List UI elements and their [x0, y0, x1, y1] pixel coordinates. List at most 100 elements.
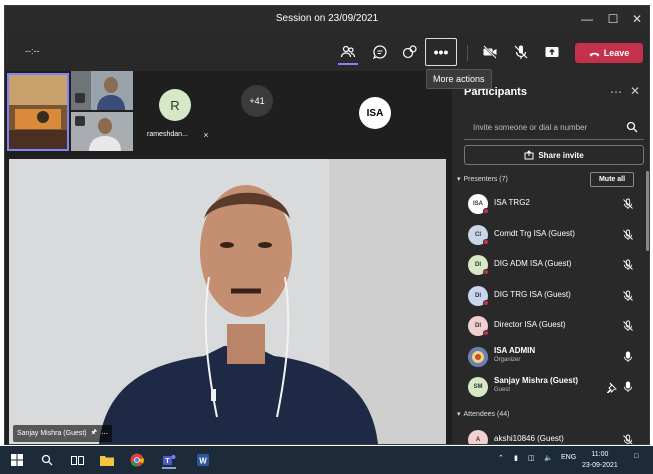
participant-row[interactable]: DI DIG TRG ISA (Guest)	[452, 282, 642, 310]
participant-name: DIG TRG ISA (Guest)	[494, 289, 571, 299]
start-button[interactable]	[8, 451, 26, 469]
panel-scrollbar[interactable]	[646, 171, 649, 251]
meeting-timer: --:--	[25, 46, 40, 56]
presenters-header-label: Presenters (7)	[463, 175, 508, 183]
self-video-tile[interactable]	[7, 73, 69, 151]
participant-video-tile[interactable]	[71, 112, 133, 151]
mic-off-icon[interactable]	[622, 259, 634, 271]
participant-row[interactable]: ISA ISA TRG2	[452, 190, 642, 218]
meeting-toolbar: --:-- ••• Leave	[5, 33, 649, 71]
mic-off-icon[interactable]	[622, 198, 634, 210]
camera-off-icon	[483, 45, 497, 59]
participant-video-tile[interactable]	[71, 71, 133, 110]
teams-taskbar-button[interactable]: T	[160, 451, 178, 469]
avatar: SM	[468, 377, 488, 397]
participant-name: akshi10846 (Guest)	[494, 434, 564, 443]
participant-row[interactable]: SM Sanjay Mishra (Guest) Guest	[452, 373, 642, 401]
people-icon	[340, 45, 356, 58]
mic-off-icon	[75, 116, 85, 126]
speaker-name: Sanjay Mishra (Guest)	[17, 430, 87, 437]
participant-row[interactable]: Aakshi10846 (Guest)	[452, 426, 642, 445]
reactions-button[interactable]	[397, 39, 423, 65]
invite-field[interactable]	[464, 116, 644, 140]
chevron-down-icon: ▾	[457, 411, 461, 418]
chrome-button[interactable]	[128, 451, 146, 469]
mic-off-icon[interactable]	[622, 434, 634, 444]
notifications-icon[interactable]: □	[634, 453, 638, 460]
participant-role: Guest	[494, 387, 511, 393]
search-icon[interactable]	[626, 121, 638, 133]
window-title: Session on 23/09/2021	[275, 13, 379, 24]
mic-button[interactable]	[508, 39, 534, 65]
overflow-participants-tile[interactable]: +41	[217, 71, 297, 151]
file-explorer-button[interactable]	[98, 451, 116, 469]
task-view-button[interactable]	[68, 451, 86, 469]
participant-avatar-tile[interactable]: R rameshdan... ⨯	[135, 71, 215, 151]
participant-name: Comdt Trg ISA (Guest)	[494, 228, 575, 238]
invite-input[interactable]	[464, 116, 614, 138]
mic-off-icon[interactable]	[622, 290, 634, 302]
title-bar: Session on 23/09/2021 — ☐ ✕	[5, 6, 649, 33]
share-icon	[524, 150, 534, 160]
taskbar-search-button[interactable]	[38, 451, 56, 469]
share-screen-button[interactable]	[539, 39, 565, 65]
presenters-section-header[interactable]: ▾ Presenters (7)	[457, 175, 508, 184]
teams-icon: T	[163, 455, 176, 465]
mic-off-icon	[75, 93, 85, 103]
attendees-section-header[interactable]: ▾ Attendees (44)	[457, 410, 510, 419]
chrome-icon	[130, 453, 144, 467]
pin-icon[interactable]: 🖈	[91, 428, 97, 439]
main-video-feed[interactable]: Sanjay Mishra (Guest) 🖈 ⋯	[9, 159, 446, 444]
panel-more-icon[interactable]: ⋯	[610, 85, 622, 99]
speaker-name-tag: Sanjay Mishra (Guest) 🖈 ⋯	[13, 425, 113, 442]
chat-icon	[372, 45, 387, 60]
status-badge	[483, 269, 489, 275]
attendees-header-label: Attendees (44)	[463, 410, 510, 418]
share-invite-label: Share invite	[538, 150, 584, 160]
mic-icon[interactable]	[622, 351, 634, 363]
video-gallery: R rameshdan... ⨯ +41 ISA	[5, 71, 450, 151]
status-badge	[483, 330, 489, 336]
mic-off-icon[interactable]	[622, 229, 634, 241]
language-indicator[interactable]: ENG	[561, 454, 576, 461]
participant-role: Organizer	[494, 356, 521, 363]
camera-button[interactable]	[477, 39, 503, 65]
participant-row[interactable]: DI DIG ADM ISA (Guest)	[452, 251, 642, 279]
mic-off-icon: ⨯	[203, 132, 209, 139]
clock-date: 23-09-2021	[582, 462, 618, 469]
leave-button[interactable]: Leave	[575, 43, 643, 63]
participant-row[interactable]: CI Comdt Trg ISA (Guest)	[452, 221, 642, 249]
mic-icon[interactable]	[622, 381, 634, 393]
avatar: R	[159, 89, 191, 121]
network-icon[interactable]: ◫	[528, 454, 535, 462]
participants-button[interactable]	[335, 39, 361, 65]
participant-row[interactable]: ISA ADMIN Organizer	[452, 343, 642, 371]
leave-label: Leave	[603, 48, 630, 58]
status-badge	[483, 444, 489, 445]
mic-tray-icon[interactable]: ▮	[514, 454, 518, 462]
svg-text:T: T	[165, 458, 170, 465]
mic-off-icon[interactable]	[622, 320, 634, 332]
share-invite-button[interactable]: Share invite	[464, 145, 644, 165]
participant-name: Director ISA (Guest)	[494, 320, 566, 329]
self-video-feed	[9, 75, 67, 149]
toolbar-divider	[467, 45, 468, 61]
maximize-icon[interactable]: ☐	[601, 9, 625, 29]
close-icon[interactable]: ✕	[625, 9, 649, 29]
system-clock[interactable]: 11:00 23-09-2021	[582, 449, 618, 471]
chat-button[interactable]	[367, 39, 393, 65]
mute-all-button[interactable]: Mute all	[590, 172, 634, 187]
volume-mute-icon[interactable]: 🔈	[544, 454, 553, 462]
hand-icon	[402, 45, 417, 59]
more-icon[interactable]: ⋯	[101, 430, 108, 438]
show-hidden-icons[interactable]: ⌃	[498, 454, 504, 462]
participant-name: rameshdan...	[147, 131, 188, 138]
participant-row[interactable]: DI Director ISA (Guest)	[452, 312, 642, 340]
status-badge	[483, 208, 489, 214]
word-button[interactable]: W	[194, 451, 212, 469]
minimize-icon[interactable]: —	[575, 9, 599, 29]
panel-close-icon[interactable]: ✕	[630, 84, 640, 98]
more-actions-button[interactable]: •••	[425, 38, 457, 66]
participant-name: ISA TRG2	[494, 198, 530, 207]
pin-icon[interactable]	[606, 381, 618, 394]
